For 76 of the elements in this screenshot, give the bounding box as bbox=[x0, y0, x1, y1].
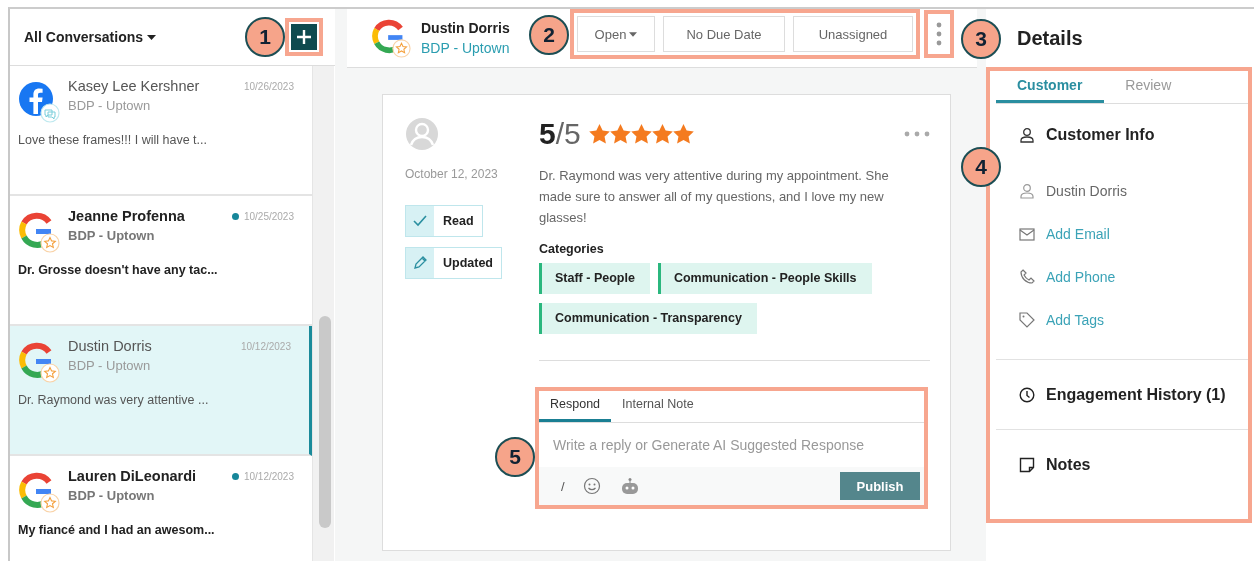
location-label: BDP - Uptown bbox=[68, 488, 156, 503]
category-tag: Communication - Transparency bbox=[539, 303, 757, 334]
callout-marker: 3 bbox=[961, 19, 1001, 59]
section-heading[interactable]: Engagement History (1) bbox=[1046, 385, 1226, 404]
section-heading: Customer Info bbox=[1046, 126, 1155, 144]
status-flag: Read bbox=[405, 205, 483, 237]
google-review-icon bbox=[18, 471, 60, 513]
slash-command-button[interactable]: / bbox=[561, 478, 565, 494]
status-flag: Updated bbox=[405, 247, 502, 279]
contact-name: Kasey Lee Kershner bbox=[68, 78, 201, 94]
phone-icon bbox=[1019, 269, 1035, 285]
location-label: BDP - Uptown bbox=[68, 98, 152, 113]
contact-name: Dustin Dorris bbox=[421, 20, 510, 36]
message-preview: Dr. Grosse doesn't have any tac... bbox=[18, 263, 219, 277]
rating-score: 5 bbox=[539, 117, 556, 151]
location-label: BDP - Uptown bbox=[68, 228, 156, 243]
review-date: October 12, 2023 bbox=[405, 167, 499, 181]
category-tag: Communication - People Skills bbox=[657, 263, 872, 294]
avatar-icon bbox=[405, 117, 439, 151]
due-date-button[interactable]: No Due Date bbox=[663, 16, 785, 52]
section-heading: Categories bbox=[539, 242, 605, 256]
callout-marker: 1 bbox=[245, 17, 285, 57]
contact-name: Lauren DiLeonardi bbox=[68, 468, 198, 484]
customer-name: Dustin Dorris bbox=[1046, 183, 1127, 199]
reply-composer[interactable]: Respond Internal Note Write a reply or Generate AI Suggested Response / Publish bbox=[535, 387, 928, 509]
message-preview: Dr. Raymond was very attentive ... bbox=[18, 393, 210, 407]
assignee-button[interactable]: Unassigned bbox=[793, 16, 913, 52]
pencil-icon bbox=[413, 256, 427, 270]
conversation-date: 10/26/2023 bbox=[243, 81, 294, 92]
callout-marker: 2 bbox=[529, 15, 569, 55]
details-tab[interactable]: Customer bbox=[996, 71, 1105, 103]
new-conversation-button[interactable] bbox=[291, 24, 317, 50]
conversation-date: 10/25/2023 bbox=[243, 211, 294, 222]
envelope-icon bbox=[1019, 227, 1035, 241]
unread-dot bbox=[231, 473, 239, 480]
clock-icon bbox=[1019, 386, 1035, 403]
conversation-date: 10/12/2023 bbox=[240, 341, 291, 352]
facebook-icon bbox=[18, 81, 60, 123]
conversation-filter[interactable]: All Conversations bbox=[24, 29, 157, 45]
section-heading[interactable]: Notes bbox=[1046, 455, 1091, 474]
more-icon bbox=[936, 22, 942, 46]
check-icon bbox=[413, 215, 427, 227]
message-preview: Love these frames!!! I will have t... bbox=[18, 133, 208, 147]
composer-tab[interactable]: Internal Note bbox=[611, 391, 705, 422]
rating-scale: /5 bbox=[555, 117, 581, 151]
callout-marker: 5 bbox=[495, 437, 535, 477]
conversation-date: 10/12/2023 bbox=[243, 471, 294, 482]
conversation-item[interactable]: Dustin Dorris BDP - Uptown 10/12/2023 Dr. Raymond was very attentive ... bbox=[10, 326, 312, 456]
publish-button[interactable]: Publish bbox=[840, 472, 920, 500]
more-options-icon[interactable] bbox=[904, 131, 930, 137]
star-icon bbox=[588, 124, 610, 144]
person-icon bbox=[1019, 127, 1035, 143]
contact-name: Jeanne Profenna bbox=[68, 208, 186, 224]
person-icon bbox=[1019, 183, 1035, 199]
google-review-icon bbox=[371, 18, 411, 58]
location-label: BDP - Uptown bbox=[68, 358, 152, 373]
emoji-icon[interactable] bbox=[582, 477, 601, 495]
status-dropdown[interactable]: Open bbox=[577, 16, 655, 52]
unread-dot bbox=[231, 213, 239, 220]
panel-title: Details bbox=[1017, 26, 1083, 50]
star-icon bbox=[630, 124, 652, 144]
caret-icon bbox=[629, 31, 638, 37]
star-icon bbox=[609, 124, 631, 144]
star-icon bbox=[672, 124, 694, 144]
caret-icon bbox=[147, 34, 157, 40]
google-review-icon bbox=[18, 211, 60, 253]
plus-icon bbox=[296, 29, 312, 45]
review-text: Dr. Raymond was very attentive during my appointment. She made sure to answer all of my questions, and I love my new glasses! bbox=[539, 167, 890, 227]
google-review-icon bbox=[18, 341, 60, 383]
message-preview: My fiancé and I had an awesom... bbox=[18, 523, 216, 537]
category-tag: Staff - People bbox=[539, 263, 650, 294]
tag-icon bbox=[1019, 312, 1035, 328]
contact-name: Dustin Dorris bbox=[68, 338, 153, 354]
star-icon bbox=[651, 124, 673, 144]
note-icon bbox=[1019, 456, 1035, 473]
scrollbar-thumb[interactable] bbox=[319, 316, 331, 528]
